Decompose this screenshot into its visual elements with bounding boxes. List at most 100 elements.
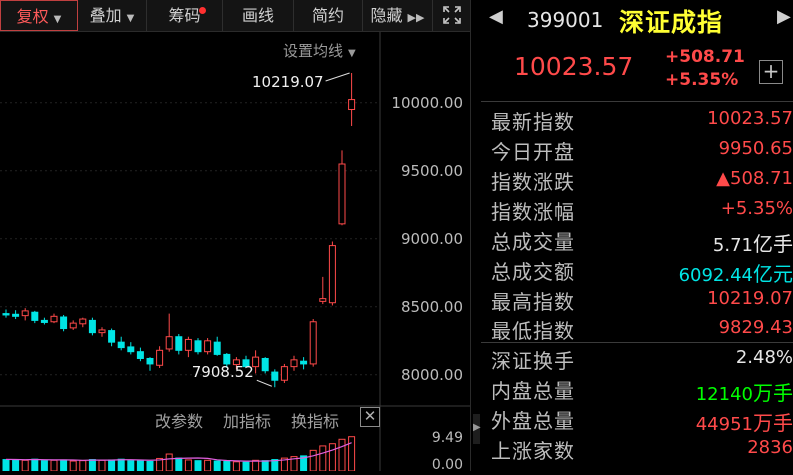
chevron-right-icon[interactable]: ▶	[777, 6, 791, 27]
candle-body	[290, 359, 298, 368]
hide-label: 隐藏	[370, 6, 403, 25]
stat-row: 外盘总量 44951万手	[481, 403, 793, 435]
candle-body	[12, 313, 20, 317]
stat-row: 总成交额 6092.44亿元	[481, 254, 793, 286]
simple-mode-button[interactable]: 简约	[294, 0, 363, 31]
switch-indicator-link[interactable]: 换指标	[291, 408, 339, 432]
candle-body	[213, 341, 221, 355]
quote-panel: ◀ 399001 深证成指 ▶ 10023.57 +508.71 +5.35% …	[481, 0, 793, 471]
volume-bar	[184, 459, 192, 472]
stat-value-number: 2.48%	[735, 347, 793, 368]
stat-value: 5.71亿手	[713, 228, 793, 257]
kline-chart-area[interactable]: 10000.00 9500.00 9000.00 8500.00 8000.00 1021…	[0, 32, 470, 473]
volume-bar	[242, 461, 250, 472]
add-icon: +	[762, 59, 780, 83]
stat-value: 10219.07	[707, 288, 793, 309]
candle-body	[21, 310, 29, 317]
stat-value-number: 6092.44	[678, 265, 753, 286]
volume-tick-label: 9.49	[432, 430, 463, 446]
collapse-handle[interactable]: ▶	[473, 414, 481, 444]
index-change-pct: +5.35%	[665, 70, 739, 90]
notification-dot-icon	[199, 7, 206, 14]
candle-body	[338, 163, 346, 225]
candle-body	[60, 316, 68, 330]
candle-body	[204, 340, 212, 353]
candle-body	[108, 330, 116, 343]
fuquan-button[interactable]: 复权 ▼	[0, 0, 78, 31]
candle-body	[309, 321, 317, 365]
volume-bar	[213, 460, 221, 472]
stat-unit: 亿手	[753, 232, 793, 256]
ma-setting-button[interactable]: 设置均线 ▼	[283, 40, 356, 61]
candle-body	[88, 319, 96, 334]
stat-value: 12140万手	[696, 377, 793, 406]
volume-bar	[309, 449, 317, 472]
volume-tick-label: 0.00	[432, 457, 463, 471]
stat-label: 总成交量	[491, 230, 575, 254]
stat-label: 最新指数	[491, 110, 575, 134]
candle-body	[165, 336, 173, 350]
more-arrow-icon: ▶▶	[407, 11, 425, 24]
stat-value-number: 9829.43	[718, 317, 793, 338]
chevron-left-icon[interactable]: ◀	[489, 6, 503, 27]
volume-bar	[2, 459, 10, 472]
candle-body	[2, 313, 10, 316]
stat-value-number: 10023.57	[707, 108, 793, 129]
index-code: 399001	[527, 8, 604, 32]
panel-divider[interactable]	[470, 0, 471, 471]
price-tick-label: 8000.00	[401, 366, 463, 384]
close-indicator-button[interactable]: ✕	[360, 407, 380, 427]
candle-body	[280, 366, 288, 381]
candle-body	[319, 298, 327, 302]
kline-chart[interactable]: 10000.00 9500.00 9000.00 8500.00 8000.00 1021…	[0, 32, 470, 473]
price-tick-label: 10000.00	[391, 94, 463, 112]
fullscreen-button[interactable]	[433, 0, 470, 31]
stat-label: 今日开盘	[491, 140, 575, 164]
stat-value: ▲508.71	[716, 168, 793, 189]
fuquan-label: 复权	[16, 7, 49, 26]
overlay-button[interactable]: 叠加 ▼	[78, 0, 147, 31]
volume-bar	[127, 460, 135, 472]
stat-label: 内盘总量	[491, 379, 575, 403]
candle-body	[69, 322, 77, 329]
hide-button[interactable]: 隐藏 ▶▶	[363, 0, 433, 31]
volume-bar	[204, 459, 212, 472]
chips-button[interactable]: 筹码	[147, 0, 223, 31]
draw-line-button[interactable]: 画线	[223, 0, 294, 31]
high-annotation-arrow	[325, 72, 350, 82]
stat-label: 指数涨幅	[491, 200, 575, 224]
low-annotation-label: 7908.52	[192, 363, 254, 381]
index-name: 深证成指	[619, 8, 724, 37]
candle-body	[40, 319, 48, 323]
stat-value-number: 2836	[747, 437, 793, 458]
stat-unit: 亿元	[753, 262, 793, 286]
candle-body	[184, 338, 192, 351]
volume-bar	[40, 460, 48, 472]
volume-bar	[88, 459, 96, 472]
volume-bar	[194, 460, 202, 472]
edit-params-link[interactable]: 改参数	[155, 408, 203, 432]
candle-body	[271, 371, 279, 381]
candle-body	[146, 357, 154, 365]
stat-value: +5.35%	[721, 198, 793, 219]
stat-value-number: 9950.65	[718, 138, 793, 159]
candle-body	[328, 245, 336, 304]
add-indicator-link[interactable]: 加指标	[223, 408, 271, 432]
price-tick-label: 9000.00	[401, 230, 463, 248]
stat-unit: 万手	[753, 411, 793, 435]
volume-bar	[60, 459, 68, 472]
fullscreen-icon	[442, 6, 461, 24]
stat-row: 指数涨跌 ▲508.71	[481, 164, 793, 194]
stat-row: 内盘总量 12140万手	[481, 373, 793, 406]
stat-row: 最新指数 10023.57	[481, 104, 793, 134]
candle-body	[261, 357, 269, 372]
stat-value-number: 10219.07	[707, 288, 793, 309]
index-change: +508.71	[665, 47, 745, 67]
candle-body	[98, 329, 106, 334]
stat-label: 指数涨跌	[491, 170, 575, 194]
stat-value: 2836	[747, 437, 793, 458]
add-watchlist-button[interactable]: +	[759, 60, 783, 84]
volume-bar	[146, 460, 154, 472]
dropdown-arrow-icon: ▼	[53, 14, 62, 25]
volume-bar	[328, 443, 336, 472]
